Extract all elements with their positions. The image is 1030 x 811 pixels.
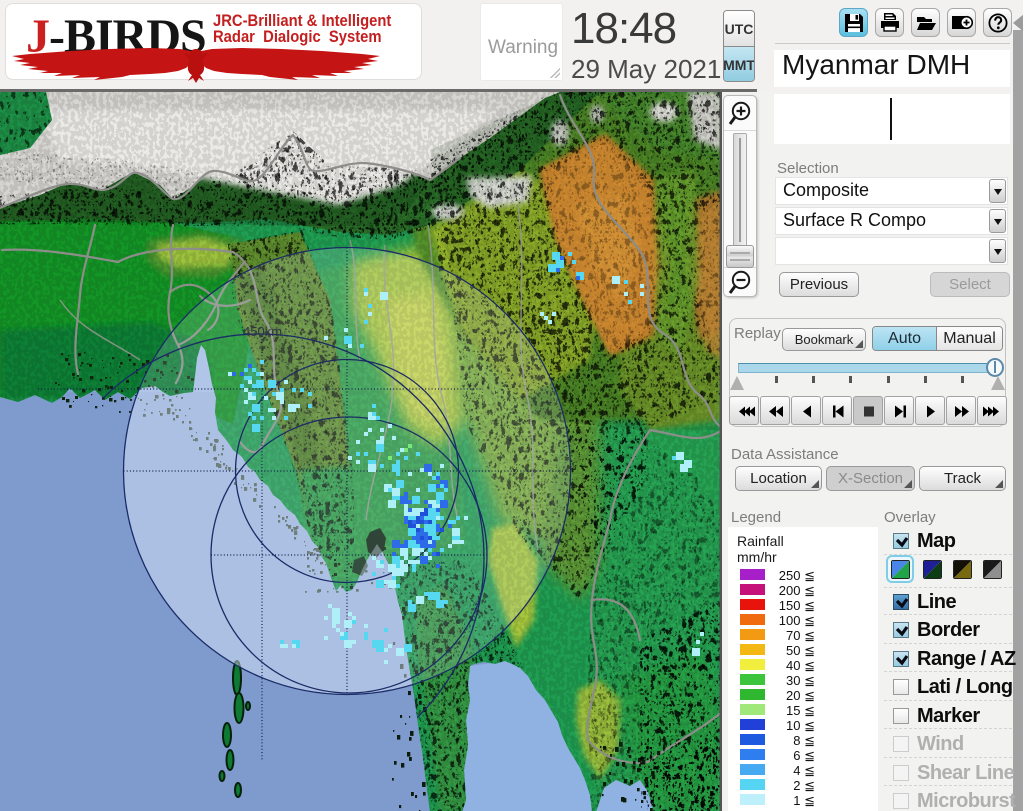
svg-text:450km: 450km	[243, 324, 282, 339]
